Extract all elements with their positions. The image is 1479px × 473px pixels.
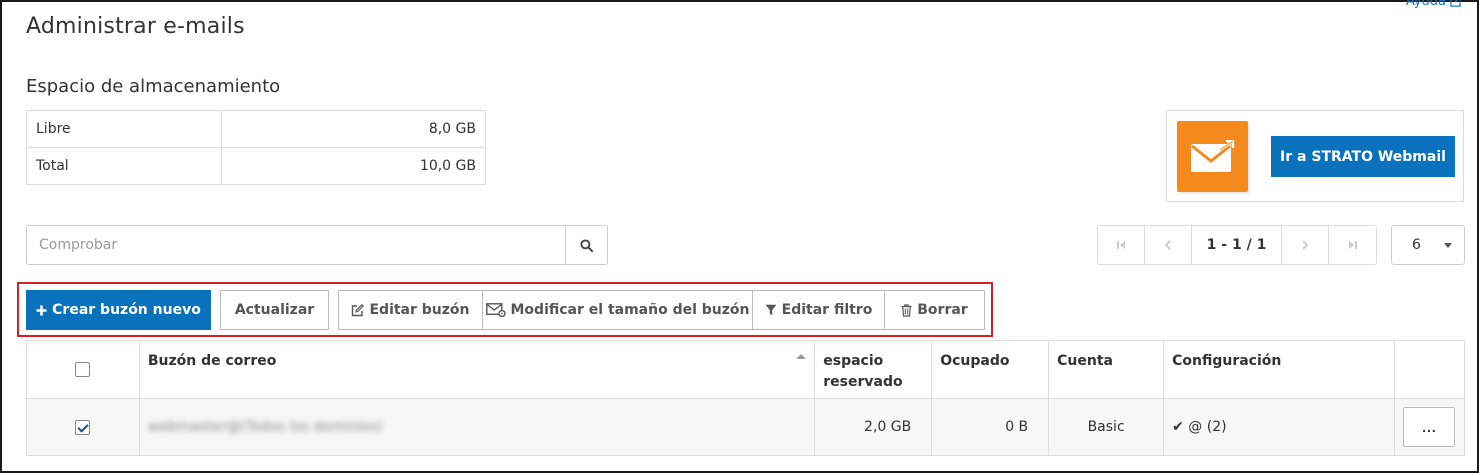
last-page-button[interactable] xyxy=(1329,226,1376,264)
storage-row-free: Libre 8,0 GB xyxy=(26,110,486,148)
storage-free-value: 8,0 GB xyxy=(221,110,486,148)
filter-icon xyxy=(765,304,777,316)
chevron-left-icon xyxy=(1164,240,1171,250)
trash-icon xyxy=(901,303,912,317)
plus-icon xyxy=(36,305,47,315)
page-frame: Ayuda Administrar e-mails Espacio de alm… xyxy=(0,0,1479,473)
storage-total-label: Total xyxy=(26,147,222,185)
actions-cell: ... xyxy=(1393,398,1466,456)
first-page-button[interactable] xyxy=(1098,226,1145,264)
edit-filter-button[interactable]: Editar filtro xyxy=(752,290,885,330)
column-header-mailbox-label: Buzón de correo xyxy=(147,353,277,369)
column-header-actions xyxy=(1393,340,1466,399)
storage-free-label: Libre xyxy=(26,110,222,148)
column-header-config-label: Configuración xyxy=(1172,353,1282,369)
storage-row-total: Total 10,0 GB xyxy=(26,147,486,185)
account-cell: Basic xyxy=(1048,398,1165,456)
next-page-button[interactable] xyxy=(1282,226,1329,264)
create-mailbox-button[interactable]: Crear buzón nuevo xyxy=(26,290,211,330)
edit-mailbox-button[interactable]: Editar buzón xyxy=(338,290,483,330)
config-cell: ✔ @ (2) xyxy=(1163,398,1395,456)
row-checkbox[interactable] xyxy=(75,419,91,435)
external-link-icon xyxy=(1450,0,1461,7)
checkmark-icon: ✔ xyxy=(1172,419,1184,435)
go-to-webmail-button[interactable]: Ir a STRATO Webmail xyxy=(1271,136,1455,177)
first-page-icon xyxy=(1117,241,1125,249)
resize-mailbox-label: Modificar el tamaño del buzón xyxy=(510,302,750,318)
sort-asc-icon xyxy=(796,354,807,359)
column-header-used-label: Ocupado xyxy=(940,353,1010,369)
help-link-label: Ayuda xyxy=(1405,0,1446,9)
refresh-label: Actualizar xyxy=(234,302,315,318)
table-header-row: Buzón de correo espacio reservado Ocupad… xyxy=(26,340,1466,399)
search-button[interactable] xyxy=(565,225,608,265)
edit-filter-label: Editar filtro xyxy=(781,302,873,318)
envelope-settings-icon xyxy=(485,303,506,317)
storage-section-title: Espacio de almacenamiento xyxy=(26,76,281,97)
per-page-value: 6 xyxy=(1412,237,1421,253)
search-bar xyxy=(26,225,608,265)
storage-table: Libre 8,0 GB Total 10,0 GB xyxy=(26,110,486,185)
page-info: 1 - 1 / 1 xyxy=(1192,226,1282,264)
column-header-used[interactable]: Ocupado xyxy=(931,340,1050,399)
chevron-right-icon xyxy=(1302,240,1309,250)
used-cell: 0 B xyxy=(931,398,1050,456)
caret-down-icon xyxy=(1444,243,1452,248)
page-title: Administrar e-mails xyxy=(26,14,245,39)
column-header-reserved[interactable]: espacio reservado xyxy=(814,340,933,399)
delete-label: Borrar xyxy=(917,302,968,318)
row-checkbox-cell xyxy=(26,398,140,456)
delete-button[interactable]: Borrar xyxy=(884,290,985,330)
last-page-icon xyxy=(1348,241,1357,249)
column-header-config: Configuración xyxy=(1163,340,1395,399)
mailbox-table: Buzón de correo espacio reservado Ocupad… xyxy=(26,340,1466,456)
column-header-reserved-label: espacio reservado xyxy=(823,353,903,390)
table-row[interactable]: webmaster@(Todos los dominios) 2,0 GB 0 … xyxy=(26,398,1466,456)
mailbox-cell: webmaster@(Todos los dominios) xyxy=(138,398,816,456)
column-header-account-label: Cuenta xyxy=(1057,353,1113,369)
search-icon xyxy=(580,238,593,252)
help-link[interactable]: Ayuda xyxy=(1406,0,1461,9)
pagination: 1 - 1 / 1 xyxy=(1097,225,1377,265)
column-header-account[interactable]: Cuenta xyxy=(1048,340,1165,399)
select-all-cell xyxy=(26,340,140,399)
more-actions-button[interactable]: ... xyxy=(1403,407,1456,447)
mailbox-address: webmaster@(Todos los dominios) xyxy=(147,419,383,435)
prev-page-button[interactable] xyxy=(1145,226,1192,264)
resize-mailbox-button[interactable]: Modificar el tamaño del buzón xyxy=(482,290,753,330)
edit-icon xyxy=(352,303,365,316)
column-header-mailbox[interactable]: Buzón de correo xyxy=(138,340,816,399)
search-input[interactable] xyxy=(26,225,565,265)
storage-total-value: 10,0 GB xyxy=(221,147,486,185)
refresh-button[interactable]: Actualizar xyxy=(220,290,329,330)
per-page-select[interactable]: 6 xyxy=(1391,225,1465,265)
config-value: @ (2) xyxy=(1188,419,1227,435)
reserved-cell: 2,0 GB xyxy=(814,398,933,456)
create-mailbox-label: Crear buzón nuevo xyxy=(52,302,201,318)
envelope-icon xyxy=(1177,121,1248,192)
webmail-panel: Ir a STRATO Webmail xyxy=(1166,110,1464,202)
select-all-checkbox[interactable] xyxy=(75,361,91,377)
edit-mailbox-label: Editar buzón xyxy=(369,302,470,318)
